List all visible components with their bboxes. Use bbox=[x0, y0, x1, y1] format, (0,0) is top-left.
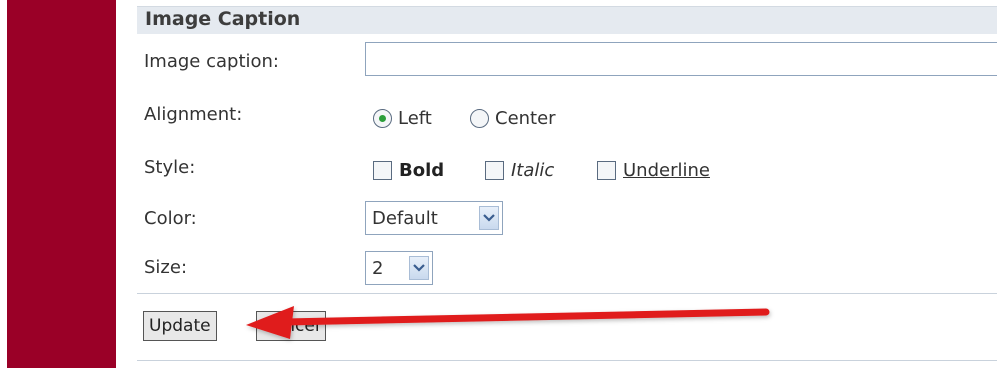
chevron-down-icon[interactable] bbox=[479, 206, 499, 230]
style-bold-option[interactable]: Bold bbox=[373, 157, 444, 183]
chevron-down-icon[interactable] bbox=[409, 256, 429, 280]
style-underline-label: Underline bbox=[623, 159, 710, 181]
style-bold-label: Bold bbox=[399, 159, 445, 181]
bottom-divider bbox=[137, 360, 997, 361]
style-label: Style: bbox=[144, 157, 196, 178]
style-underline-option[interactable]: Underline bbox=[597, 157, 710, 183]
cancel-button[interactable]: Cancel bbox=[256, 311, 326, 341]
color-select-value: Default bbox=[372, 207, 438, 229]
section-header: Image Caption bbox=[137, 6, 997, 34]
style-underline-checkbox[interactable] bbox=[597, 160, 616, 180]
size-select-value: 2 bbox=[372, 257, 384, 279]
style-bold-checkbox[interactable] bbox=[373, 160, 392, 180]
style-italic-label: Italic bbox=[511, 159, 555, 181]
alignment-left-option[interactable]: Left bbox=[373, 105, 432, 131]
color-select[interactable]: Default bbox=[365, 201, 503, 235]
color-label: Color: bbox=[144, 208, 197, 229]
alignment-center-radio[interactable] bbox=[470, 108, 489, 128]
image-caption-label: Image caption: bbox=[144, 51, 279, 72]
sidebar-band bbox=[7, 0, 116, 368]
image-caption-panel: Image Caption Image caption: Alignment: … bbox=[137, 0, 997, 368]
size-select[interactable]: 2 bbox=[365, 251, 433, 285]
alignment-center-option[interactable]: Center bbox=[470, 105, 556, 131]
image-caption-input[interactable] bbox=[365, 42, 997, 76]
alignment-label: Alignment: bbox=[144, 104, 243, 125]
alignment-left-radio[interactable] bbox=[373, 108, 392, 128]
style-italic-option[interactable]: Italic bbox=[485, 157, 554, 183]
footer-divider bbox=[137, 293, 997, 294]
alignment-center-label: Center bbox=[495, 107, 556, 129]
style-italic-checkbox[interactable] bbox=[485, 160, 504, 180]
caption-editor-page: Image Caption Image caption: Alignment: … bbox=[0, 0, 997, 368]
update-button[interactable]: Update bbox=[143, 311, 217, 341]
section-title: Image Caption bbox=[145, 8, 301, 30]
size-label: Size: bbox=[144, 257, 188, 278]
alignment-left-label: Left bbox=[398, 107, 432, 129]
